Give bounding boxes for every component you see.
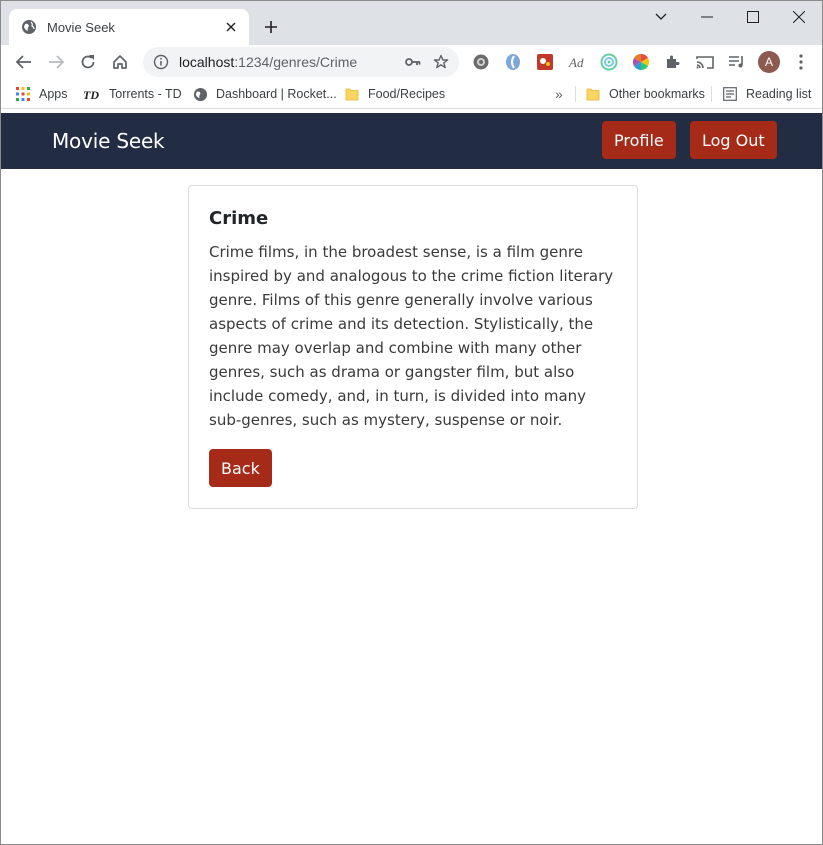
red-extension-icon[interactable] [535,52,555,72]
svg-text:Ad: Ad [568,55,584,70]
forward-arrow-icon[interactable] [42,48,70,76]
browser-tab[interactable]: Movie Seek [9,9,249,45]
genre-title: Crime [209,208,269,229]
genre-card: Crime Crime films, in the broadest sense… [188,185,638,509]
window-close-icon[interactable] [776,1,822,33]
folder-icon [344,86,360,102]
media-control-icon[interactable] [727,52,747,72]
blue-extension-icon[interactable] [503,52,523,72]
logout-button[interactable]: Log Out [690,121,777,159]
url-text[interactable]: localhost:1234/genres/Crime [179,54,395,70]
bookmark-apps[interactable]: Apps [15,84,68,104]
bookmark-label: Dashboard | Rocket... [216,87,337,101]
maximize-icon[interactable] [730,1,776,33]
divider [711,86,712,102]
apps-grid-icon [15,86,31,102]
info-icon[interactable] [153,54,169,70]
reading-list-button[interactable]: Reading list [722,84,811,104]
svg-text:TD: TD [83,88,99,100]
reading-list-icon [722,86,738,102]
key-icon[interactable] [403,52,423,72]
back-button[interactable]: Back [209,449,272,487]
close-icon[interactable] [223,19,239,35]
profile-avatar[interactable]: A [758,51,780,73]
divider [575,86,576,102]
brand-link[interactable]: Movie Seek [52,129,165,153]
puzzle-extensions-icon[interactable] [663,52,683,72]
td-logo-icon: TD [83,86,101,102]
bookmark-dashboard[interactable]: Dashboard | Rocket... [192,84,337,104]
folder-icon [585,86,601,102]
bookmark-label: Reading list [746,87,812,101]
window-controls [684,1,822,33]
tab-strip: Movie Seek [1,1,822,45]
target-extension-icon[interactable] [599,52,619,72]
browser-toolbar: localhost:1234/genres/Crime Ad A [1,45,822,79]
bookmark-label: Torrents - TD [109,87,182,101]
globe-icon [21,19,37,35]
bookmarks-bar: Apps TD Torrents - TD Dashboard | Rocket… [1,79,822,109]
home-icon[interactable] [106,48,134,76]
bookmark-label: Other bookmarks [609,87,705,101]
genre-description: Crime films, in the broadest sense, is a… [209,243,614,429]
bookmark-label: Food/Recipes [368,87,446,101]
bookmark-torrents[interactable]: TD Torrents - TD [83,84,182,104]
app-navbar: Movie Seek Profile Log Out [1,113,822,169]
back-arrow-icon[interactable] [10,48,38,76]
bookmarks-overflow-button[interactable]: » [555,84,563,104]
bookmark-other-bookmarks[interactable]: Other bookmarks [585,84,705,104]
reload-icon[interactable] [74,48,102,76]
bookmark-label: Apps [39,87,68,101]
color-wheel-extension-icon[interactable] [631,52,651,72]
ad-extension-icon[interactable]: Ad [567,52,587,72]
star-icon[interactable] [431,52,451,72]
tab-title: Movie Seek [47,19,115,35]
cast-icon[interactable] [695,52,715,72]
chevron-down-icon[interactable] [649,5,673,29]
globe-icon [192,86,208,102]
minimize-icon[interactable] [684,1,730,33]
profile-button[interactable]: Profile [602,121,676,159]
bookmark-food-recipes[interactable]: Food/Recipes [344,84,445,104]
new-tab-button[interactable] [259,15,283,39]
more-vertical-icon[interactable] [791,52,811,72]
address-bar[interactable]: localhost:1234/genres/Crime [143,47,459,77]
gear-extension-icon[interactable] [471,52,491,72]
